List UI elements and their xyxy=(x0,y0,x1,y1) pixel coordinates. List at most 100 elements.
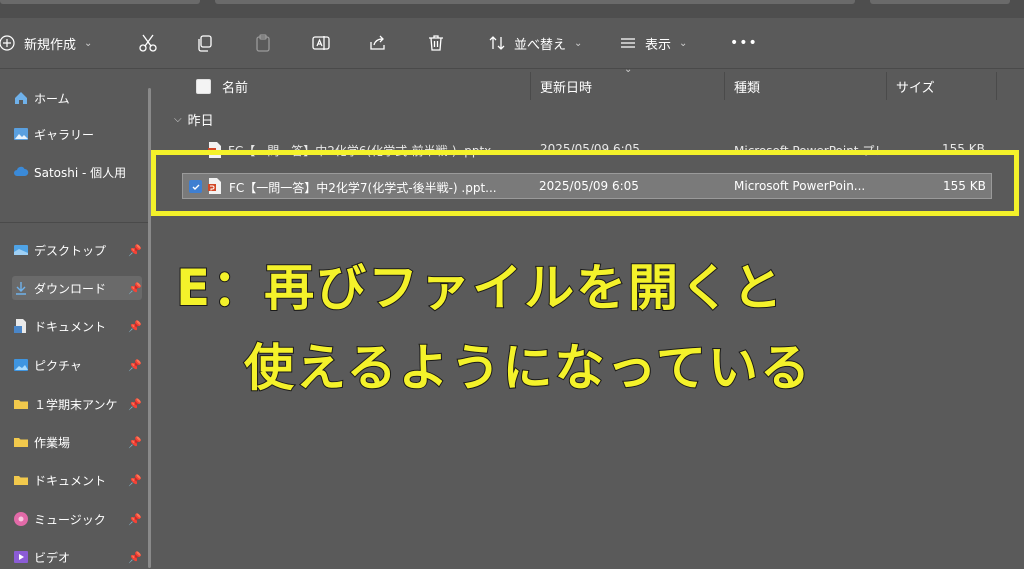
pin-icon[interactable]: 📌 xyxy=(128,244,142,257)
music-icon xyxy=(12,510,30,528)
sidebar-item-label: ミュージック xyxy=(34,512,106,527)
sort-button-label: 並べ替え xyxy=(514,37,567,53)
pin-icon[interactable]: 📌 xyxy=(128,398,142,411)
sidebar-item-label: デスクトップ xyxy=(34,243,107,258)
sort-arrows-icon xyxy=(486,32,508,54)
documents-icon xyxy=(12,317,30,335)
chevron-down-icon: ⌵ xyxy=(174,114,182,125)
paste-button[interactable] xyxy=(252,22,274,64)
group-header-label: 昨日 xyxy=(187,114,214,129)
pin-icon[interactable]: 📌 xyxy=(128,436,142,449)
sidebar-item-label: ドキュメント xyxy=(34,473,107,488)
sidebar-item-label: ドキュメント xyxy=(34,319,107,334)
select-all-checkbox[interactable] xyxy=(196,72,211,100)
delete-button[interactable] xyxy=(425,22,447,64)
view-button-label: 表示 xyxy=(645,37,672,53)
search-box-edge[interactable] xyxy=(870,0,1010,4)
sidebar-item-label: １学期末アンケ xyxy=(34,397,118,412)
more-options-button[interactable]: ••• xyxy=(730,22,758,64)
more-options-label: ••• xyxy=(730,35,758,51)
sidebar-item-label: ギャラリー xyxy=(34,127,95,142)
folder-icon xyxy=(12,395,30,413)
sidebar-item-onedrive[interactable]: Satoshi - 個人用 xyxy=(12,160,142,184)
video-icon xyxy=(12,548,30,566)
checkbox-icon xyxy=(196,78,211,94)
chevron-down-icon: ⌄ xyxy=(679,37,688,49)
navigation-pane: ホーム ギャラリー Satoshi - 個人用 デスクトップ 📌 ダウンロード … xyxy=(0,70,150,568)
sidebar-divider xyxy=(0,222,150,223)
sidebar-item-survey-folder[interactable]: １学期末アンケ 📌 xyxy=(12,392,142,416)
share-button[interactable] xyxy=(367,22,389,64)
column-header-type-label: 種類 xyxy=(734,80,761,96)
sidebar-item-label: Satoshi - 個人用 xyxy=(34,165,127,180)
copy-button[interactable] xyxy=(194,22,216,64)
toolbar-divider xyxy=(0,68,1024,69)
column-divider[interactable] xyxy=(530,72,531,100)
title-bar-strip xyxy=(0,0,1024,18)
sidebar-item-music[interactable]: ミュージック 📌 xyxy=(12,507,142,531)
rename-button[interactable] xyxy=(310,22,332,64)
sidebar-item-videos[interactable]: ビデオ 📌 xyxy=(12,545,142,569)
trash-icon xyxy=(425,32,447,54)
pin-icon[interactable]: 📌 xyxy=(128,282,142,295)
gallery-icon xyxy=(12,125,30,143)
highlight-box xyxy=(151,150,1019,216)
scissors-icon xyxy=(137,32,159,54)
pin-icon[interactable]: 📌 xyxy=(128,320,142,333)
column-header-name-label: 名前 xyxy=(222,80,249,96)
column-header-size[interactable]: サイズ xyxy=(896,72,935,100)
column-divider[interactable] xyxy=(996,72,997,100)
annotation-line-1: E：再びファイルを開くと xyxy=(175,258,785,318)
cloud-icon xyxy=(12,163,30,181)
sidebar-item-home[interactable]: ホーム xyxy=(12,86,142,110)
folder-icon xyxy=(12,433,30,451)
pin-icon[interactable]: 📌 xyxy=(128,359,142,372)
home-icon xyxy=(12,89,30,107)
view-button[interactable]: 表示 ⌄ xyxy=(617,22,687,64)
sidebar-item-pictures[interactable]: ピクチャ 📌 xyxy=(12,353,142,377)
clipboard-icon xyxy=(252,32,274,54)
sidebar-item-label: ピクチャ xyxy=(34,358,82,373)
command-bar: 新規作成 ⌄ 並べ替え ⌄ 表示 ⌄ ••• xyxy=(0,22,1024,64)
plus-circle-icon xyxy=(0,32,18,54)
column-header-type[interactable]: 種類 xyxy=(734,72,760,100)
address-bar-edge[interactable] xyxy=(0,0,200,4)
sidebar-item-label: 作業場 xyxy=(34,435,71,450)
annotation-line-2: 使えるようになっている xyxy=(243,338,812,398)
sort-button[interactable]: 並べ替え ⌄ xyxy=(486,22,582,64)
column-header-modified[interactable]: 更新日時 xyxy=(540,72,592,100)
pictures-icon xyxy=(12,356,30,374)
sidebar-item-downloads[interactable]: ダウンロード 📌 xyxy=(12,276,142,300)
column-header-name[interactable]: 名前 xyxy=(222,72,248,100)
copy-icon xyxy=(194,32,216,54)
sidebar-item-gallery[interactable]: ギャラリー xyxy=(12,122,142,146)
pin-icon[interactable]: 📌 xyxy=(128,513,142,526)
desktop-icon xyxy=(12,241,30,259)
sidebar-item-desktop[interactable]: デスクトップ 📌 xyxy=(12,238,142,262)
sort-chevron-icon: ⌄ xyxy=(624,64,633,75)
path-bar-edge[interactable] xyxy=(215,0,855,4)
sidebar-item-documents[interactable]: ドキュメント 📌 xyxy=(12,314,142,338)
column-divider[interactable] xyxy=(724,72,725,100)
sidebar-item-label: ダウンロード xyxy=(34,281,107,296)
share-icon xyxy=(367,32,389,54)
sidebar-item-workspace-folder[interactable]: 作業場 📌 xyxy=(12,430,142,454)
cut-button[interactable] xyxy=(137,22,159,64)
list-view-icon xyxy=(617,32,639,54)
column-header-size-label: サイズ xyxy=(896,80,935,96)
rename-icon xyxy=(310,32,332,54)
chevron-down-icon: ⌄ xyxy=(574,37,583,49)
pin-icon[interactable]: 📌 xyxy=(128,551,142,564)
download-icon xyxy=(12,279,30,297)
new-button-label: 新規作成 xyxy=(24,37,77,53)
new-button[interactable]: 新規作成 ⌄ xyxy=(0,22,92,64)
sidebar-item-documents-folder[interactable]: ドキュメント 📌 xyxy=(12,468,142,492)
column-header-modified-label: 更新日時 xyxy=(540,80,593,96)
pin-icon[interactable]: 📌 xyxy=(128,474,142,487)
folder-icon xyxy=(12,471,30,489)
chevron-down-icon: ⌄ xyxy=(84,37,93,49)
sidebar-item-label: ビデオ xyxy=(34,550,71,565)
column-divider[interactable] xyxy=(886,72,887,100)
sidebar-item-label: ホーム xyxy=(34,91,70,106)
group-header-yesterday[interactable]: ⌵ 昨日 xyxy=(174,110,214,129)
